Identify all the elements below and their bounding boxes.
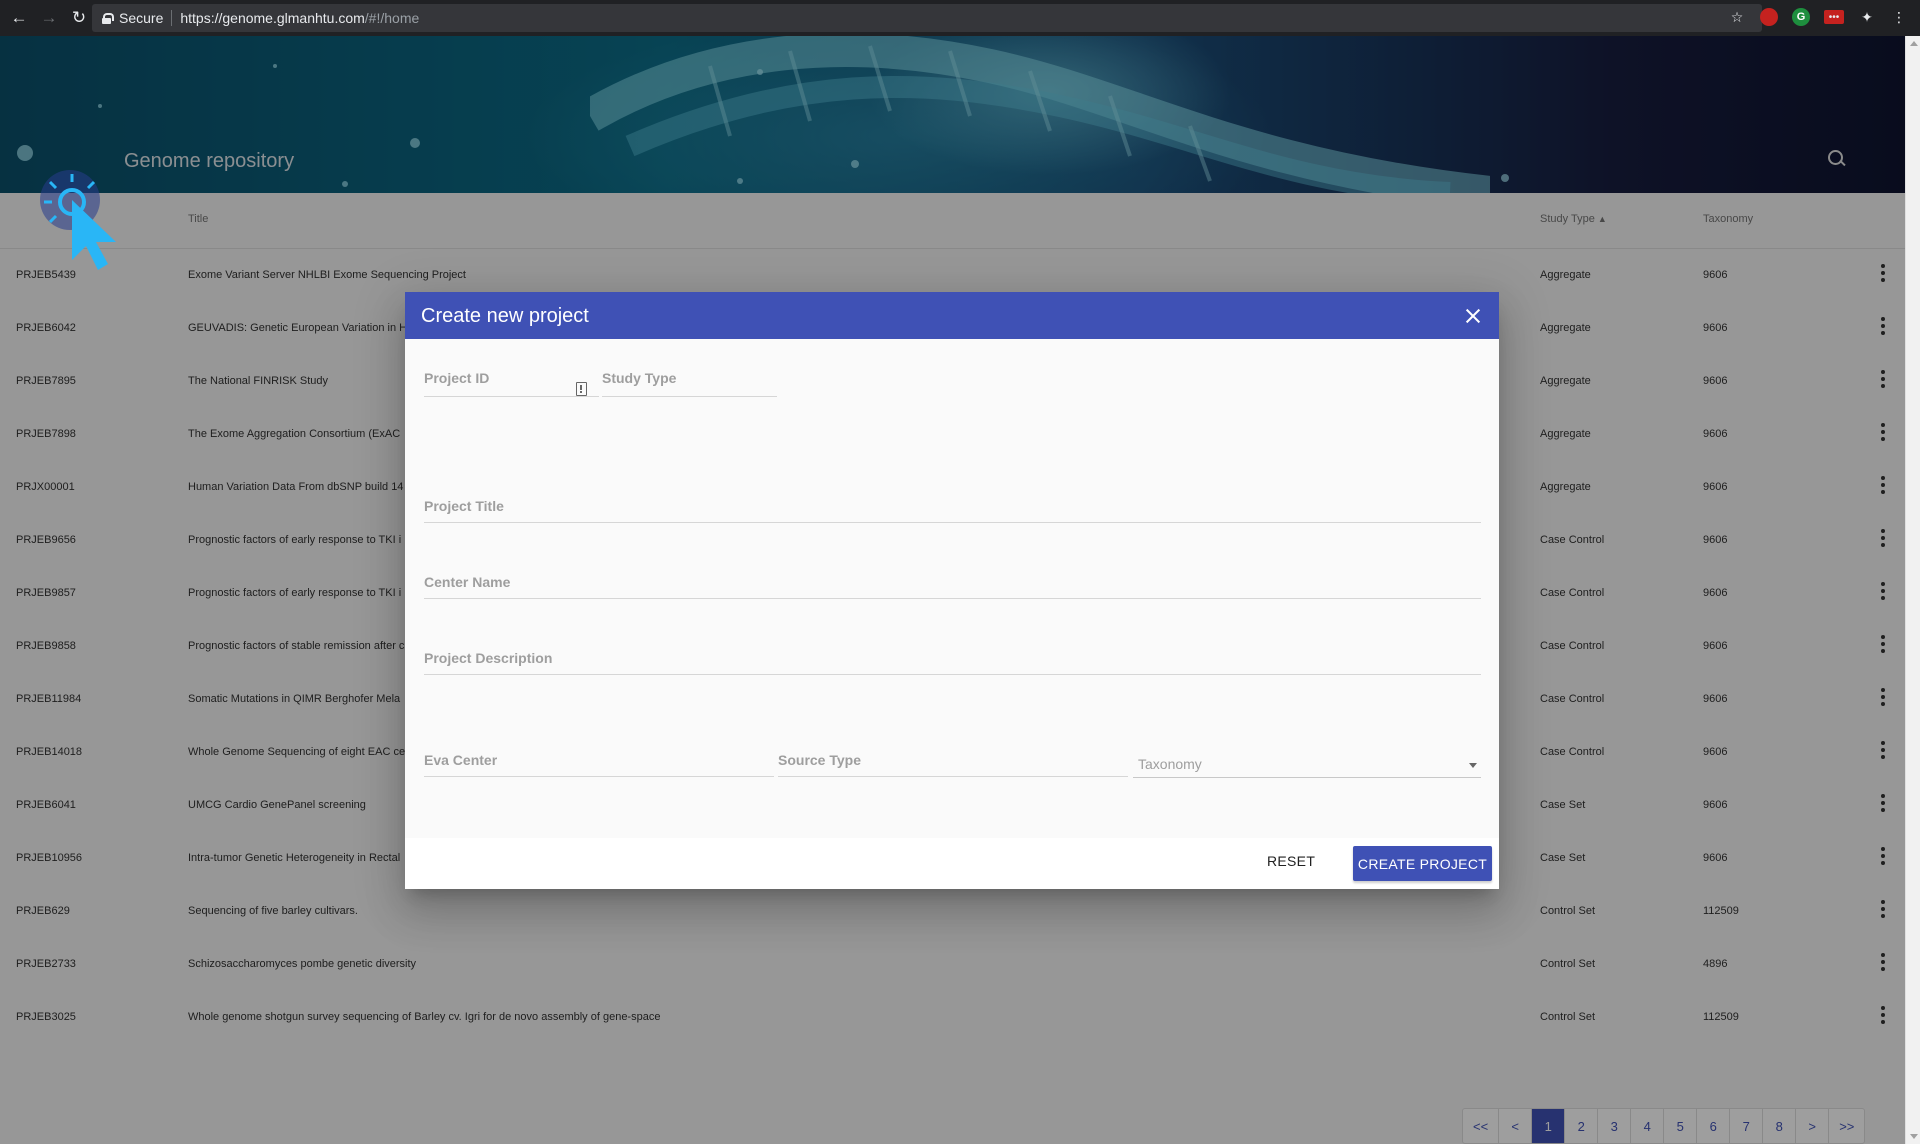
scroll-up-icon[interactable] [1910, 41, 1918, 46]
taxonomy-placeholder: Taxonomy [1138, 756, 1202, 772]
create-project-dialog: Create new project Project ID Study Type… [405, 292, 1499, 889]
secure-label: Secure [119, 10, 164, 26]
star-icon[interactable]: ☆ [1728, 8, 1746, 26]
extension-rect-icon[interactable]: ••• [1824, 10, 1844, 24]
close-icon[interactable] [1463, 306, 1483, 326]
dialog-header: Create new project [405, 292, 1499, 339]
url-host: https://genome.glmanhtu.com [180, 10, 365, 26]
browser-toolbar: ← → ↻ Secure https://genome.glmanhtu.com… [0, 0, 1920, 36]
project-id-input[interactable] [424, 376, 599, 392]
url-path: /#!/home [364, 10, 420, 26]
dialog-title: Create new project [421, 305, 589, 327]
project-id-field[interactable]: Project ID [424, 369, 599, 397]
dialog-actions: RESET CREATE PROJECT [405, 838, 1499, 889]
extension-dark-icon[interactable]: ✦ [1858, 8, 1876, 26]
reset-button[interactable]: RESET [1267, 853, 1315, 869]
study-type-field[interactable]: Study Type [602, 369, 777, 397]
create-project-button[interactable]: CREATE PROJECT [1353, 846, 1492, 881]
study-type-input[interactable] [602, 376, 777, 392]
extension-green-icon[interactable]: G [1792, 8, 1810, 26]
forward-icon[interactable]: → [38, 7, 60, 29]
project-description-input[interactable] [424, 654, 1481, 670]
source-type-field[interactable]: Source Type [778, 751, 1128, 777]
address-bar[interactable]: Secure https://genome.glmanhtu.com /#!/h… [92, 4, 1762, 32]
extension-red-icon[interactable] [1760, 8, 1778, 26]
eva-center-input[interactable] [424, 756, 774, 772]
kebab-menu-icon[interactable]: ⋮ [1890, 8, 1908, 26]
lock-icon [102, 12, 114, 24]
click-cursor-icon [40, 170, 116, 270]
center-name-field[interactable]: Center Name [424, 573, 1481, 599]
back-icon[interactable]: ← [8, 7, 30, 29]
project-title-input[interactable] [424, 502, 1481, 518]
address-separator [171, 10, 173, 26]
reload-icon[interactable]: ↻ [68, 7, 90, 29]
taxonomy-select[interactable]: Taxonomy [1133, 754, 1481, 778]
scroll-down-icon[interactable] [1910, 1134, 1918, 1139]
project-title-field[interactable]: Project Title [424, 497, 1481, 523]
source-type-input[interactable] [778, 756, 1128, 772]
warning-icon [576, 382, 587, 396]
eva-center-field[interactable]: Eva Center [424, 751, 774, 777]
center-name-input[interactable] [424, 578, 1481, 594]
page-scrollbar[interactable] [1905, 36, 1920, 1144]
project-description-field[interactable]: Project Description [424, 649, 1481, 675]
chevron-down-icon [1469, 763, 1477, 768]
